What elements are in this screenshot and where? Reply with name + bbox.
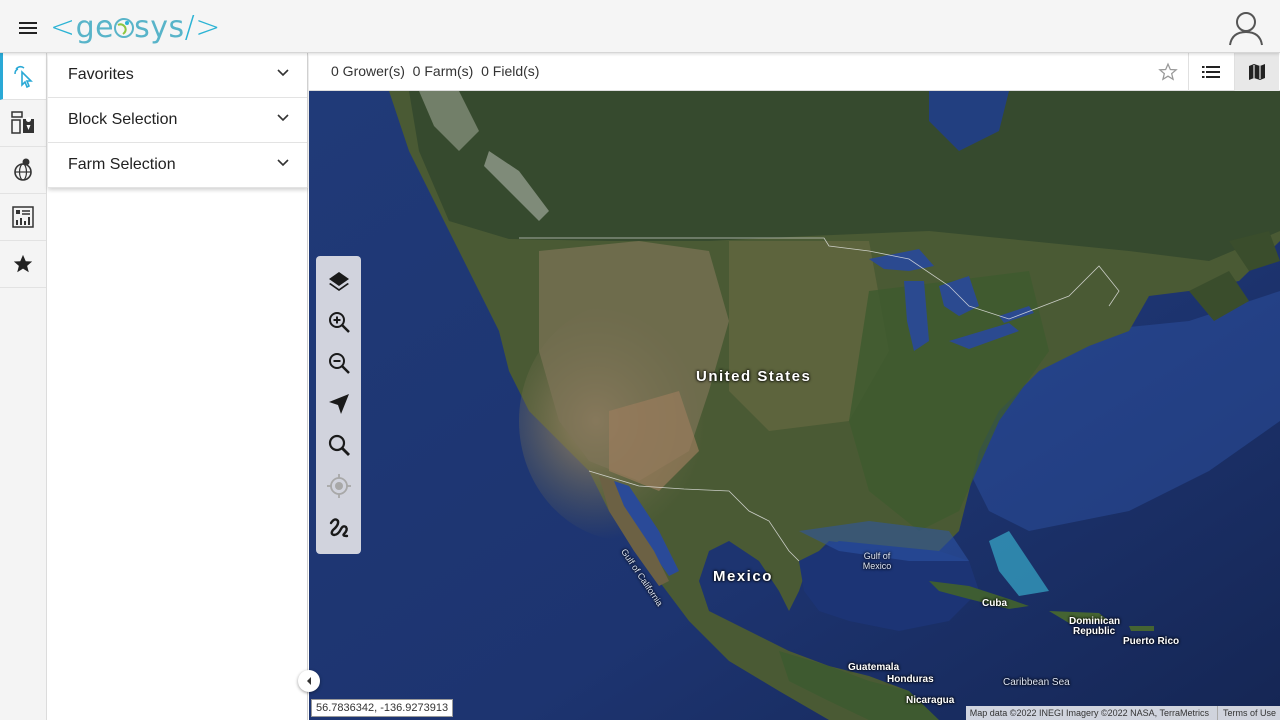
logo-left-bracket: <: [50, 9, 76, 45]
collapse-panel-button[interactable]: [298, 670, 320, 692]
map-label-guatemala: Guatemala: [848, 662, 900, 673]
map-label-caribbean-sea: Caribbean Sea: [1003, 677, 1070, 688]
icon-rail: [0, 53, 47, 720]
logo-right-bracket: />: [184, 9, 221, 45]
dashboard-location-icon: [11, 111, 34, 134]
navigate-button[interactable]: [316, 383, 361, 424]
zoom-out-button[interactable]: [316, 342, 361, 383]
map-attribution: Map data ©2022 INEGI Imagery ©2022 NASA,…: [965, 706, 1280, 720]
dominican-line-2: Republic: [1073, 626, 1116, 637]
satellite-map[interactable]: United States Mexico Gulf of Mexico Gulf…: [309, 91, 1280, 720]
rail-item-globe[interactable]: [0, 147, 46, 194]
map-label-mexico: Mexico: [713, 568, 773, 585]
top-bar: < ge sys />: [0, 0, 1280, 53]
layers-icon: [328, 271, 349, 291]
selection-summary-bar: 0 Grower(s) 0 Farm(s) 0 Field(s): [309, 53, 1280, 91]
map-icon: [1249, 64, 1265, 80]
layers-button[interactable]: [316, 260, 361, 301]
map-view-button[interactable]: [1234, 53, 1279, 91]
map-label-puerto-rico: Puerto Rico: [1123, 636, 1180, 647]
globe-icon: [14, 158, 32, 181]
selection-panel: Favorites Block Selection Farm Selection: [48, 53, 308, 720]
attribution-text: Map data ©2022 INEGI Imagery ©2022 NASA,…: [969, 708, 1209, 718]
rail-item-reports[interactable]: [0, 194, 46, 241]
globe-logo-icon: [114, 18, 135, 38]
accordion-farm-selection[interactable]: Farm Selection: [48, 143, 307, 188]
gulf-of-mexico-line-1: Gulf of: [863, 551, 891, 561]
rail-item-selection[interactable]: [0, 53, 46, 100]
search-icon: [328, 434, 350, 456]
rail-item-dashboard[interactable]: [0, 100, 46, 147]
zoom-in-icon: [328, 311, 350, 333]
selection-count-text: 0 Grower(s) 0 Farm(s) 0 Field(s): [331, 63, 540, 79]
map-label-cuba: Cuba: [982, 598, 1007, 609]
accordion-label-farm-selection: Farm Selection: [68, 156, 176, 173]
chevron-down-icon: [277, 159, 289, 167]
pointer-select-icon: [13, 65, 33, 89]
list-view-button[interactable]: [1188, 53, 1233, 91]
navigation-arrow-icon: [328, 393, 349, 414]
chevron-down-icon: [277, 114, 289, 122]
map-label-nicaragua: Nicaragua: [906, 695, 955, 706]
accordion-label-block-selection: Block Selection: [68, 111, 178, 128]
map-label-honduras: Honduras: [887, 674, 934, 685]
caret-left-icon: [307, 677, 311, 685]
accordion-label-favorites: Favorites: [68, 66, 134, 83]
map-label-united-states: United States: [696, 368, 812, 385]
zoom-in-button[interactable]: [316, 301, 361, 342]
add-favorite-button[interactable]: [1145, 53, 1190, 91]
hamburger-icon: [19, 22, 37, 34]
coordinates-readout: 56.7836342, -136.9273913: [311, 699, 454, 717]
user-profile-button[interactable]: [1226, 8, 1266, 48]
list-icon: [1202, 66, 1220, 78]
logo-text-start: ge: [75, 9, 115, 45]
geosys-logo[interactable]: < ge sys />: [50, 6, 221, 48]
map-label-gulf-of-mexico: Gulf of Mexico: [855, 551, 899, 571]
report-chart-icon: [12, 206, 34, 228]
map-label-dominican-republic: Dominican Republic: [1069, 617, 1120, 637]
draw-button[interactable]: [316, 506, 361, 547]
terms-of-use-link[interactable]: Terms of Use: [1216, 706, 1276, 720]
rail-item-favorites[interactable]: [0, 241, 46, 288]
accordion-block-selection[interactable]: Block Selection: [48, 98, 307, 143]
map-imagery: [309, 91, 1280, 720]
logo-text-end: sys: [134, 9, 185, 45]
chevron-down-icon: [277, 69, 289, 77]
accordion-favorites[interactable]: Favorites: [48, 53, 307, 98]
map-controls: [316, 256, 361, 554]
star-outline-icon: [1157, 62, 1178, 81]
star-icon: [13, 254, 33, 273]
hamburger-menu-button[interactable]: [14, 14, 42, 42]
gulf-of-mexico-line-2: Mexico: [862, 561, 892, 571]
crosshair-icon: [326, 473, 351, 498]
locate-button[interactable]: [316, 465, 361, 506]
zoom-out-icon: [328, 352, 350, 374]
user-icon: [1229, 12, 1263, 46]
search-map-button[interactable]: [316, 424, 361, 465]
freehand-draw-icon: [329, 517, 348, 537]
